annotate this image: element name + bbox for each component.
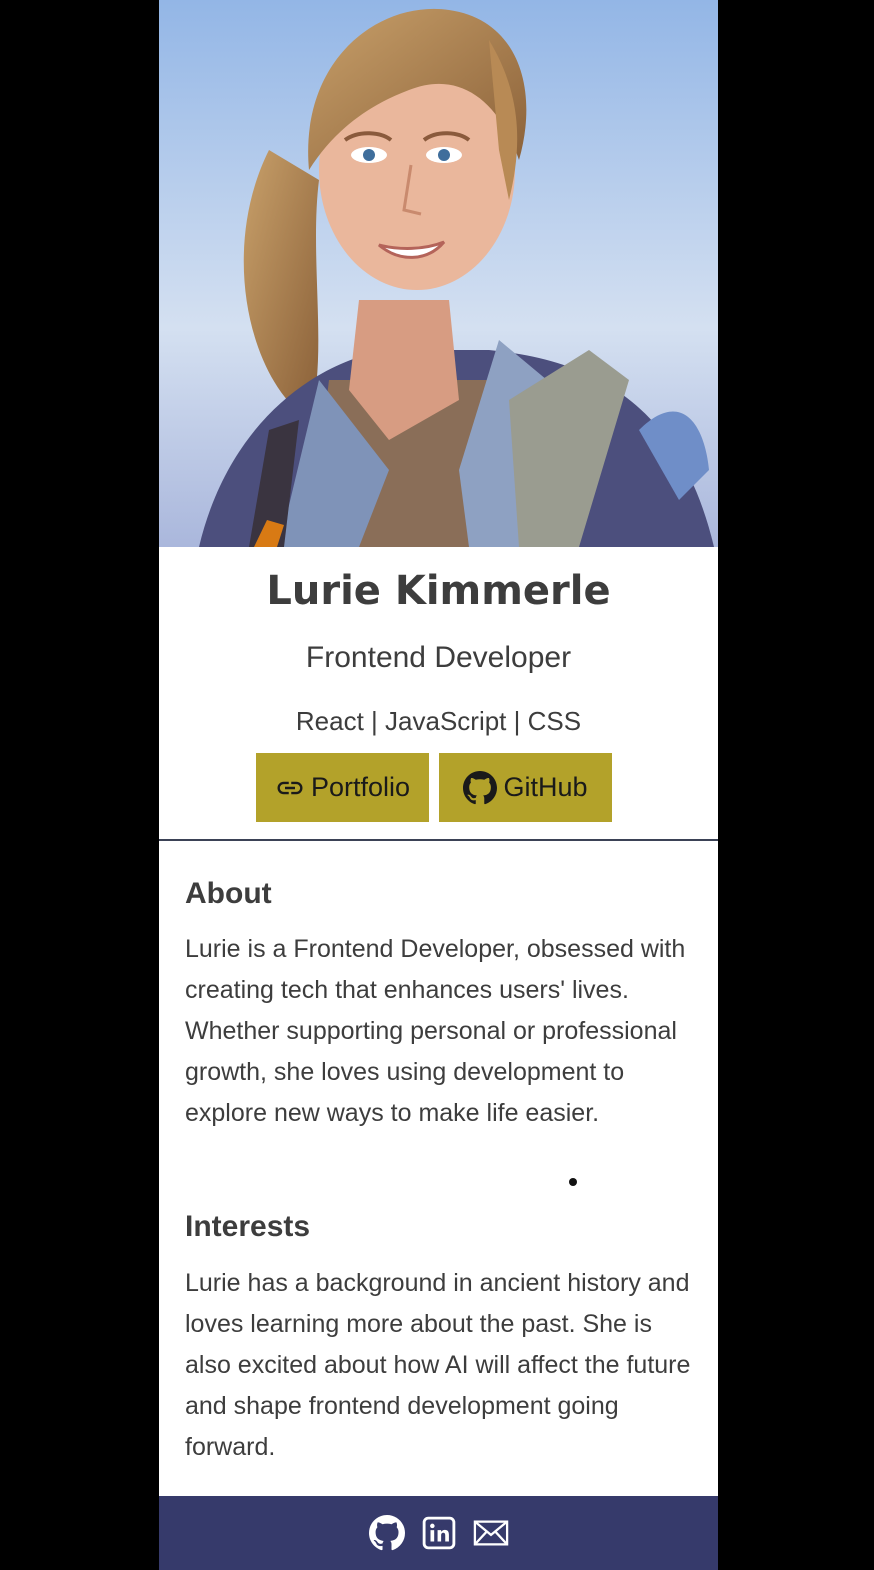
- mail-icon: [473, 1520, 508, 1546]
- about-text: Lurie is a Frontend Developer, obsessed …: [185, 935, 686, 1127]
- github-button-label: GitHub: [503, 772, 588, 802]
- interests-heading: Interests: [185, 1210, 311, 1243]
- profile-skills: React | JavaScript | CSS: [295, 706, 582, 736]
- profile-card: Lurie Kimmerle Frontend Developer React …: [159, 0, 718, 1570]
- github-icon: [368, 1515, 405, 1551]
- about-heading: About: [185, 877, 272, 910]
- github-button[interactable]: GitHub: [439, 753, 612, 822]
- profile-role: Frontend Developer: [305, 641, 572, 674]
- portfolio-button[interactable]: Portfolio: [256, 753, 429, 822]
- interests-text: Lurie has a background in ancient histor…: [185, 1269, 691, 1461]
- footer-linkedin-link[interactable]: [421, 1515, 457, 1551]
- portrait-illustration: [159, 0, 718, 547]
- profile-name: Lurie Kimmerle: [266, 568, 611, 614]
- linkedin-icon: [422, 1516, 455, 1550]
- portfolio-button-label: Portfolio: [310, 772, 411, 802]
- footer-github-link[interactable]: [368, 1515, 405, 1551]
- link-icon: [277, 781, 303, 794]
- profile-photo: [159, 0, 718, 547]
- footer-mail-link[interactable]: [473, 1515, 509, 1551]
- github-icon: [463, 770, 498, 804]
- divider: [159, 839, 718, 841]
- mouse-cursor-dot: [569, 1178, 577, 1186]
- footer: [159, 1496, 718, 1570]
